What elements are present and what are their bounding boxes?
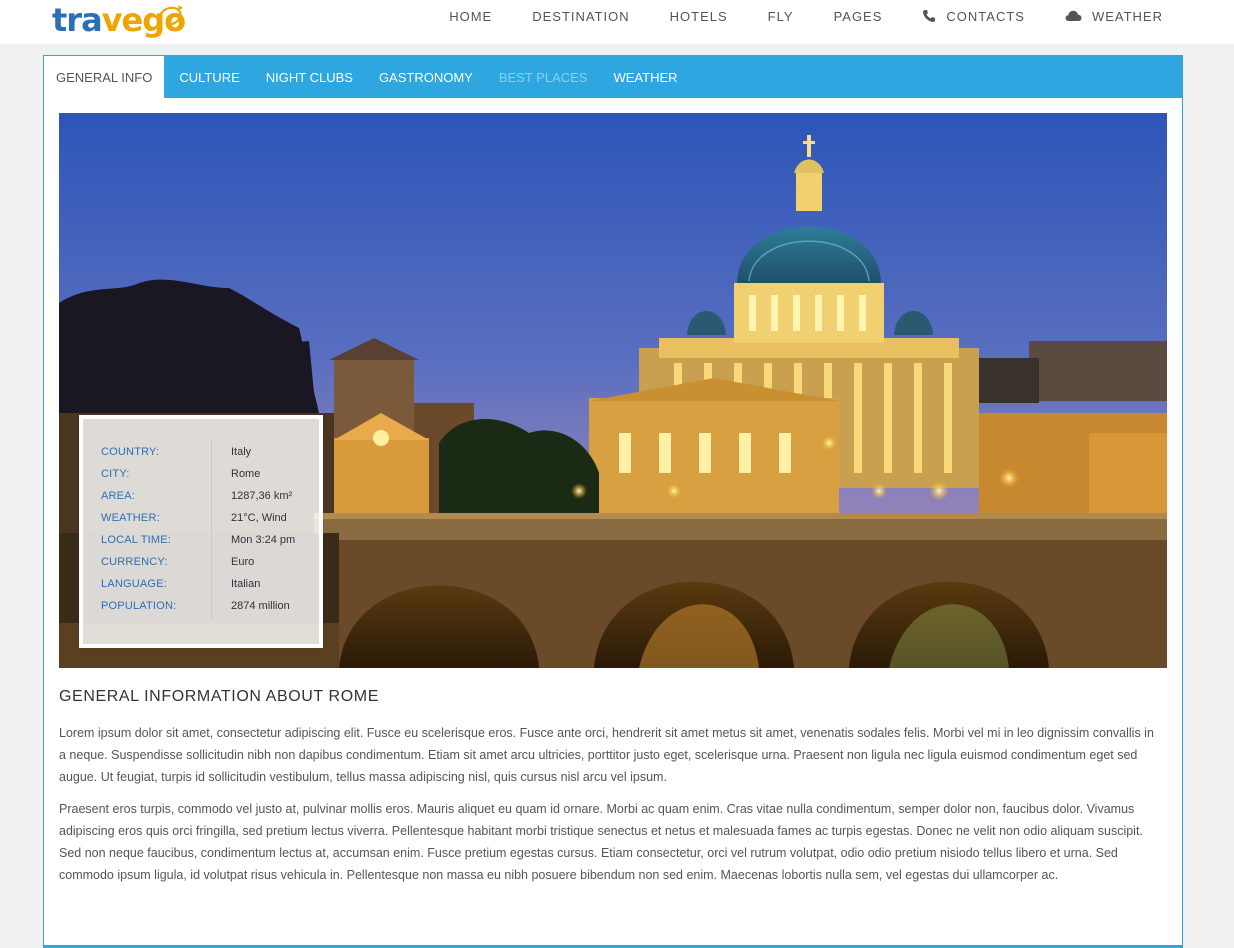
info-row-currency: CURRENCY: Euro (83, 551, 319, 573)
info-value: Italy (231, 446, 252, 458)
info-value: Euro (231, 556, 255, 568)
travego-logo[interactable]: travego (52, 0, 186, 40)
nav-weather[interactable]: WEATHER (1065, 9, 1163, 24)
top-navigation: HOME DESTINATION HOTELS FLY PAGES CONTAC… (449, 0, 1163, 32)
city-info-card: COUNTRY: Italy CITY: Rome AREA: 1287,36 … (79, 415, 323, 648)
nav-hotels[interactable]: HOTELS (670, 9, 728, 24)
info-row-population: POPULATION: 2874 million (83, 595, 319, 617)
info-row-local-time: LOCAL TIME: Mon 3:24 pm (83, 529, 319, 551)
nav-home-label: HOME (449, 8, 493, 24)
nav-contacts-label: CONTACTS (946, 8, 1025, 24)
info-key: CURRENCY: (101, 556, 168, 568)
destination-tabs: GENERAL INFO CULTURE NIGHT CLUBS GASTRON… (44, 56, 1182, 98)
cloud-icon (1065, 10, 1082, 21)
tab-night-clubs[interactable]: NIGHT CLUBS (253, 56, 366, 98)
info-key: LOCAL TIME: (101, 534, 172, 546)
tab-culture[interactable]: CULTURE (166, 56, 252, 98)
info-key: LANGUAGE: (101, 578, 167, 590)
rome-hero-image: COUNTRY: Italy CITY: Rome AREA: 1287,36 … (59, 113, 1167, 668)
nav-fly-label: FLY (767, 8, 794, 24)
article-paragraph-2: Praesent eros turpis, commodo vel justo … (59, 802, 1143, 882)
nav-weather-label: WEATHER (1091, 8, 1163, 24)
nav-home[interactable]: HOME (449, 9, 492, 24)
info-value: 2874 million (231, 600, 290, 612)
tab-gastronomy[interactable]: GASTRONOMY (366, 56, 486, 98)
destination-panel: GENERAL INFO CULTURE NIGHT CLUBS GASTRON… (43, 55, 1183, 948)
article-paragraph-1: Lorem ipsum dolor sit amet, consectetur … (59, 726, 1154, 784)
nav-hotels-label: HOTELS (669, 8, 728, 24)
info-row-area: AREA: 1287,36 km² (83, 485, 319, 507)
logo-text-part1: tra (52, 1, 103, 39)
info-row-weather: WEATHER: 21°C, Wind (83, 507, 319, 529)
info-value: 21°C, Wind (231, 512, 287, 524)
info-key: CITY: (101, 468, 130, 480)
tab-weather[interactable]: WEATHER (600, 56, 690, 98)
info-value: 1287,36 km² (231, 490, 293, 502)
info-row-country: COUNTRY: Italy (83, 441, 319, 463)
info-key: COUNTRY: (101, 446, 160, 458)
tab-best-places[interactable]: BEST PLACES (486, 56, 601, 98)
info-value: Rome (231, 468, 261, 480)
info-key: WEATHER: (101, 512, 160, 524)
info-row-city: CITY: Rome (83, 463, 319, 485)
nav-fly[interactable]: FLY (768, 9, 794, 24)
tab-general-info[interactable]: GENERAL INFO (44, 56, 165, 98)
info-row-language: LANGUAGE: Italian (83, 573, 319, 595)
info-key: AREA: (101, 490, 136, 502)
nav-destination[interactable]: DESTINATION (532, 9, 629, 24)
nav-pages-label: PAGES (833, 8, 883, 24)
nav-contacts[interactable]: CONTACTS (922, 9, 1025, 24)
article-title: GENERAL INFORMATION ABOUT ROME (59, 688, 379, 705)
article-content: GENERAL INFORMATION ABOUT ROME Lorem ips… (59, 686, 1159, 896)
nav-destination-label: DESTINATION (532, 8, 630, 24)
info-value: Italian (231, 578, 261, 590)
phone-icon (923, 10, 936, 22)
info-key: POPULATION: (101, 600, 177, 612)
info-value: Mon 3:24 pm (231, 534, 296, 546)
logo-swoosh-icon (158, 5, 183, 26)
nav-pages[interactable]: PAGES (834, 9, 883, 24)
site-header: travego HOME DESTINATION HOTELS FLY PAGE… (0, 0, 1234, 44)
